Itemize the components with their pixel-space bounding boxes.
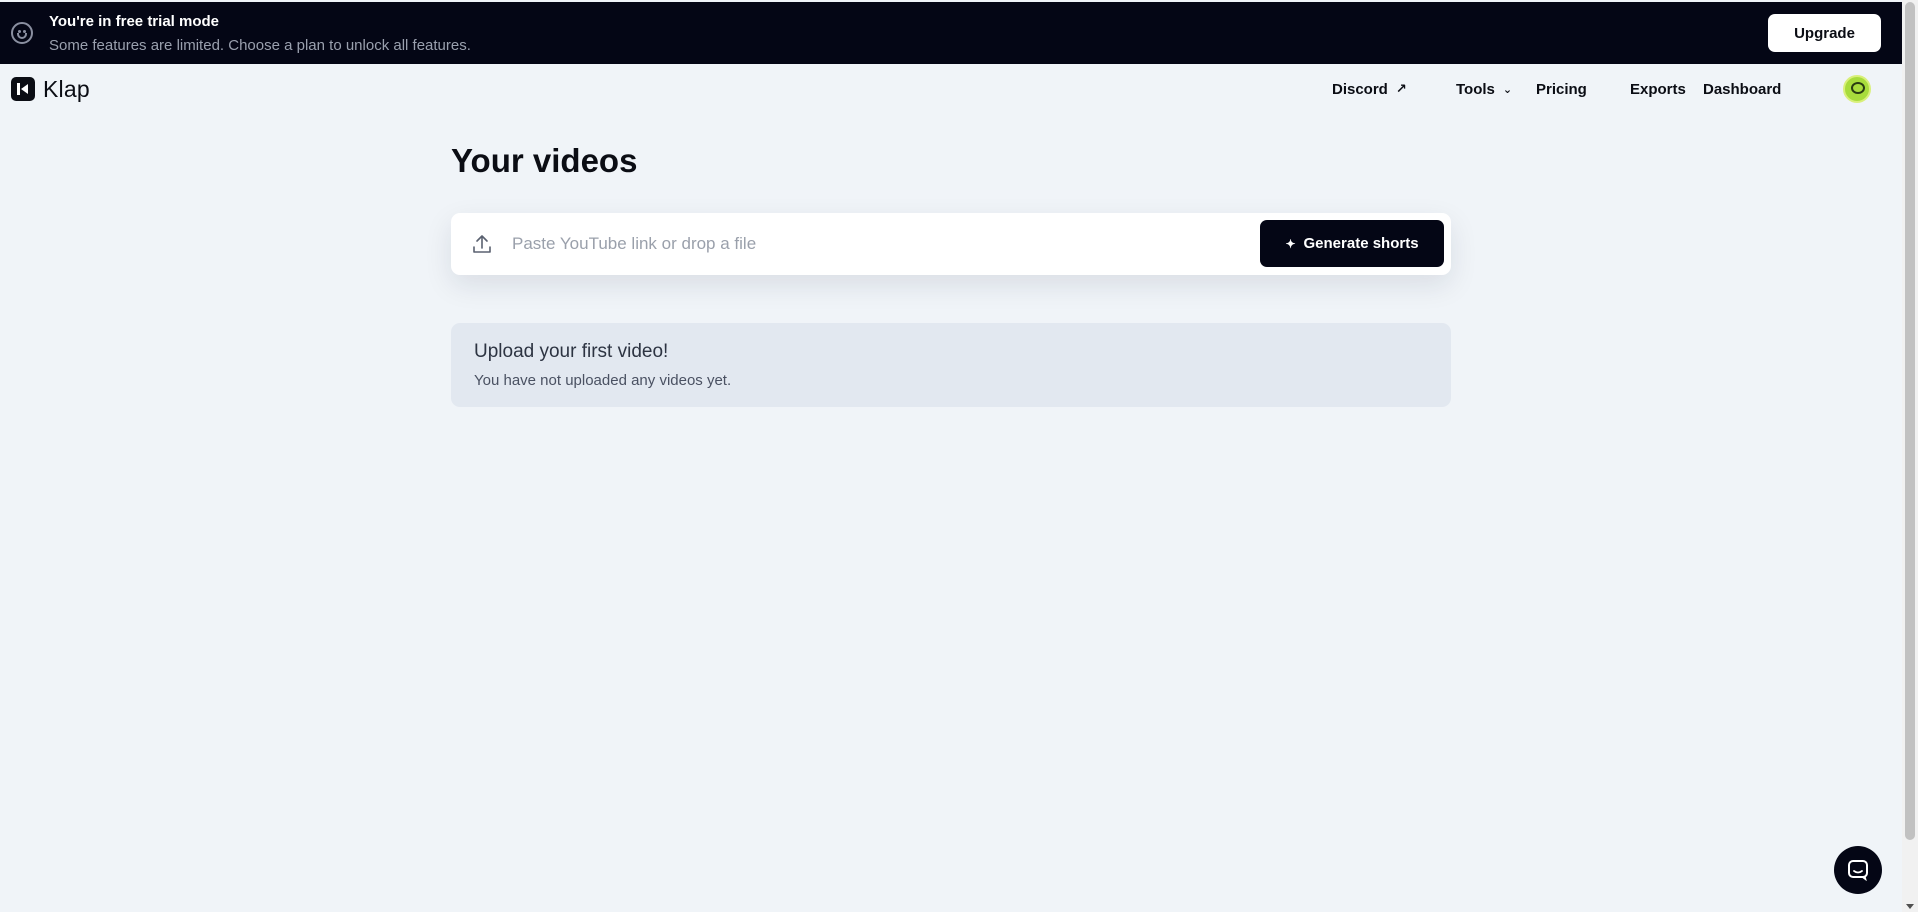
avatar-icon[interactable] xyxy=(1843,75,1871,103)
video-link-input[interactable] xyxy=(512,227,1172,261)
video-input-card: ✦ Generate shorts xyxy=(451,213,1451,275)
logo[interactable]: Klap xyxy=(11,76,90,103)
nav-link-tools[interactable]: Tools ⌄ xyxy=(1456,81,1512,98)
page-title: Your videos xyxy=(451,142,638,179)
banner-title: You're in free trial mode xyxy=(49,12,219,30)
banner-text: You're in free trial mode Some features … xyxy=(49,13,471,54)
nav-link-exports[interactable]: Exports xyxy=(1630,81,1686,98)
nav-link-label: Tools xyxy=(1456,80,1495,98)
banner-subtitle: Some features are limited. Choose a plan… xyxy=(49,36,471,54)
top-nav: Klap Discord ↗ Tools ⌄ Pricing Exports D… xyxy=(0,64,1902,114)
trial-banner: You're in free trial mode Some features … xyxy=(0,2,1902,64)
nav-link-pricing[interactable]: Pricing xyxy=(1536,81,1587,98)
external-arrow-icon: ↗ xyxy=(1395,81,1407,96)
upgrade-button[interactable]: Upgrade xyxy=(1768,14,1881,52)
scroll-down-icon[interactable] xyxy=(1906,904,1914,909)
chat-widget-button[interactable] xyxy=(1834,846,1882,894)
nav-link-label: Dashboard xyxy=(1703,80,1782,98)
chevron-down-icon: ⌄ xyxy=(1502,83,1513,96)
generate-shorts-label: Generate shorts xyxy=(1303,235,1419,252)
nav-link-label: Exports xyxy=(1630,80,1686,98)
generate-shorts-button[interactable]: ✦ Generate shorts xyxy=(1260,220,1444,267)
nav-link-discord[interactable]: Discord ↗ xyxy=(1332,81,1407,98)
empty-state-card: Upload your first video! You have not up… xyxy=(451,323,1451,407)
nav-link-label: Discord xyxy=(1332,80,1388,98)
chat-icon xyxy=(1848,860,1868,881)
nav-link-label: Pricing xyxy=(1536,80,1587,98)
logo-text: Klap xyxy=(43,75,90,102)
page-scrollbar[interactable] xyxy=(1902,0,1918,912)
scroll-thumb[interactable] xyxy=(1905,2,1915,840)
sparkle-icon: ✦ xyxy=(1285,236,1296,251)
upload-icon[interactable] xyxy=(472,233,492,255)
empty-state-subtitle: You have not uploaded any videos yet. xyxy=(474,372,732,389)
empty-state-title: Upload your first video! xyxy=(474,341,669,362)
nav-link-dashboard[interactable]: Dashboard xyxy=(1703,81,1781,98)
smiley-icon xyxy=(11,22,33,44)
klap-logo-icon xyxy=(11,77,35,101)
